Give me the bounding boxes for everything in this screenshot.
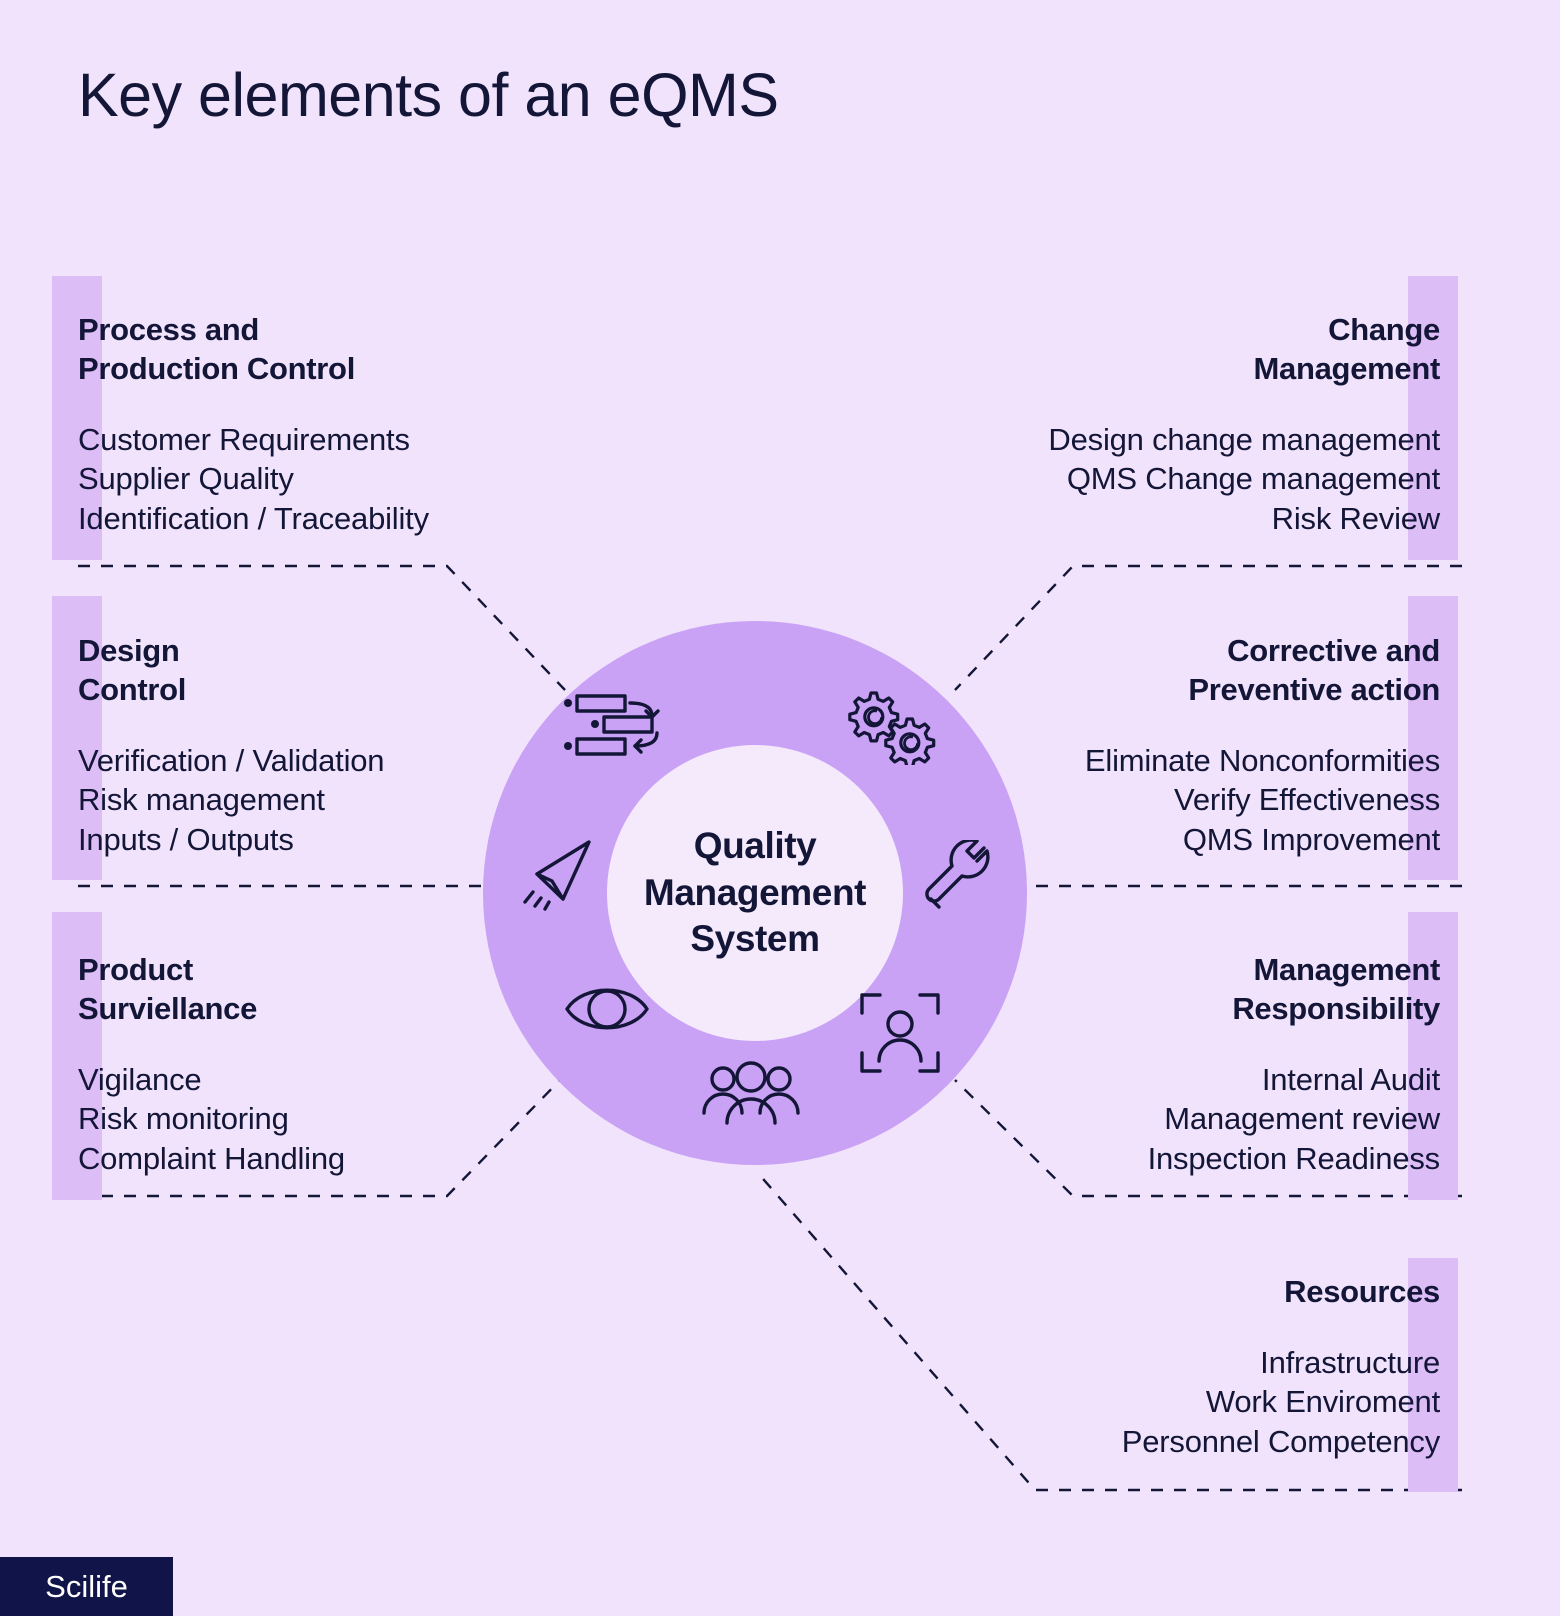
block-change-management: Change Management Design change manageme… <box>1048 310 1440 538</box>
block-item: Supplier Quality <box>78 461 294 497</box>
block-item: Verification / Validation <box>78 743 385 779</box>
block-item: Internal Audit <box>1261 1062 1440 1098</box>
eye-icon <box>563 976 651 1042</box>
block-items: Eliminate Nonconformities Verify Effecti… <box>1085 741 1440 859</box>
quality-management-system-ring: Quality Management System <box>483 621 1027 1165</box>
scilife-logo: Scilife <box>0 1557 173 1616</box>
block-resources: Resources Infrastructure Work Enviroment… <box>1122 1272 1441 1461</box>
person-scan-icon <box>858 991 942 1075</box>
block-item: Personnel Competency <box>1121 1423 1440 1459</box>
block-item: Customer Requirements <box>78 422 410 458</box>
block-items: Internal Audit Management review Inspect… <box>1147 1060 1441 1178</box>
block-item: Eliminate Nonconformities <box>1084 743 1440 779</box>
block-item: Risk monitoring <box>78 1101 289 1137</box>
block-design-control: Design Control Verification / Validation… <box>78 631 385 859</box>
block-item: Design change management <box>1048 422 1440 458</box>
block-process-and-production-control: Process and Production Control Customer … <box>78 310 429 538</box>
block-product-surviellance: Product Surviellance Vigilance Risk moni… <box>78 950 345 1178</box>
block-item: Risk Review <box>1271 500 1441 536</box>
block-title: Process and Production Control <box>78 312 356 387</box>
block-item: Identification / Traceability <box>78 500 429 536</box>
paper-plane-icon <box>519 836 597 914</box>
people-group-icon <box>701 1061 801 1129</box>
wrench-icon <box>920 840 998 918</box>
block-management-responsibility: Management Responsibility Internal Audit… <box>1147 950 1441 1178</box>
block-item: Management review <box>1164 1101 1440 1137</box>
scilife-logo-text: Scilife <box>45 1568 128 1604</box>
block-item: Verify Effectiveness <box>1174 782 1440 818</box>
block-title: Design Control <box>78 633 187 708</box>
block-item: Inspection Readiness <box>1147 1140 1441 1176</box>
block-title: Product Surviellance <box>78 952 258 1027</box>
process-flow-icon <box>563 691 673 757</box>
block-items: Vigilance Risk monitoring Complaint Hand… <box>78 1060 345 1178</box>
gears-icon <box>838 689 938 765</box>
block-item: Inputs / Outputs <box>78 821 294 857</box>
page-title: Key elements of an eQMS <box>78 61 779 129</box>
block-title: Corrective and Preventive action <box>1188 633 1440 708</box>
block-items: Infrastructure Work Enviroment Personnel… <box>1122 1343 1440 1461</box>
block-item: Risk management <box>78 782 325 818</box>
block-item: QMS Improvement <box>1182 821 1440 857</box>
block-title: Management Responsibility <box>1232 952 1440 1027</box>
block-items: Customer Requirements Supplier Quality I… <box>78 420 429 538</box>
block-item: Work Enviroment <box>1205 1384 1440 1420</box>
block-item: Vigilance <box>78 1062 202 1098</box>
block-title: Resources <box>1284 1274 1440 1309</box>
block-item: QMS Change management <box>1066 461 1440 497</box>
block-items: Verification / Validation Risk managemen… <box>78 741 385 859</box>
block-items: Design change management QMS Change mana… <box>1048 420 1440 538</box>
block-title: Change Management <box>1253 312 1441 387</box>
donut-center-label: Quality Management System <box>643 825 867 960</box>
block-item: Complaint Handling <box>78 1140 345 1176</box>
infographic-canvas: Key elements of an eQMS Process and Prod… <box>0 0 1560 1616</box>
block-corrective-and-preventive-action: Corrective and Preventive action Elimina… <box>1085 631 1440 859</box>
block-item: Infrastructure <box>1260 1345 1440 1381</box>
